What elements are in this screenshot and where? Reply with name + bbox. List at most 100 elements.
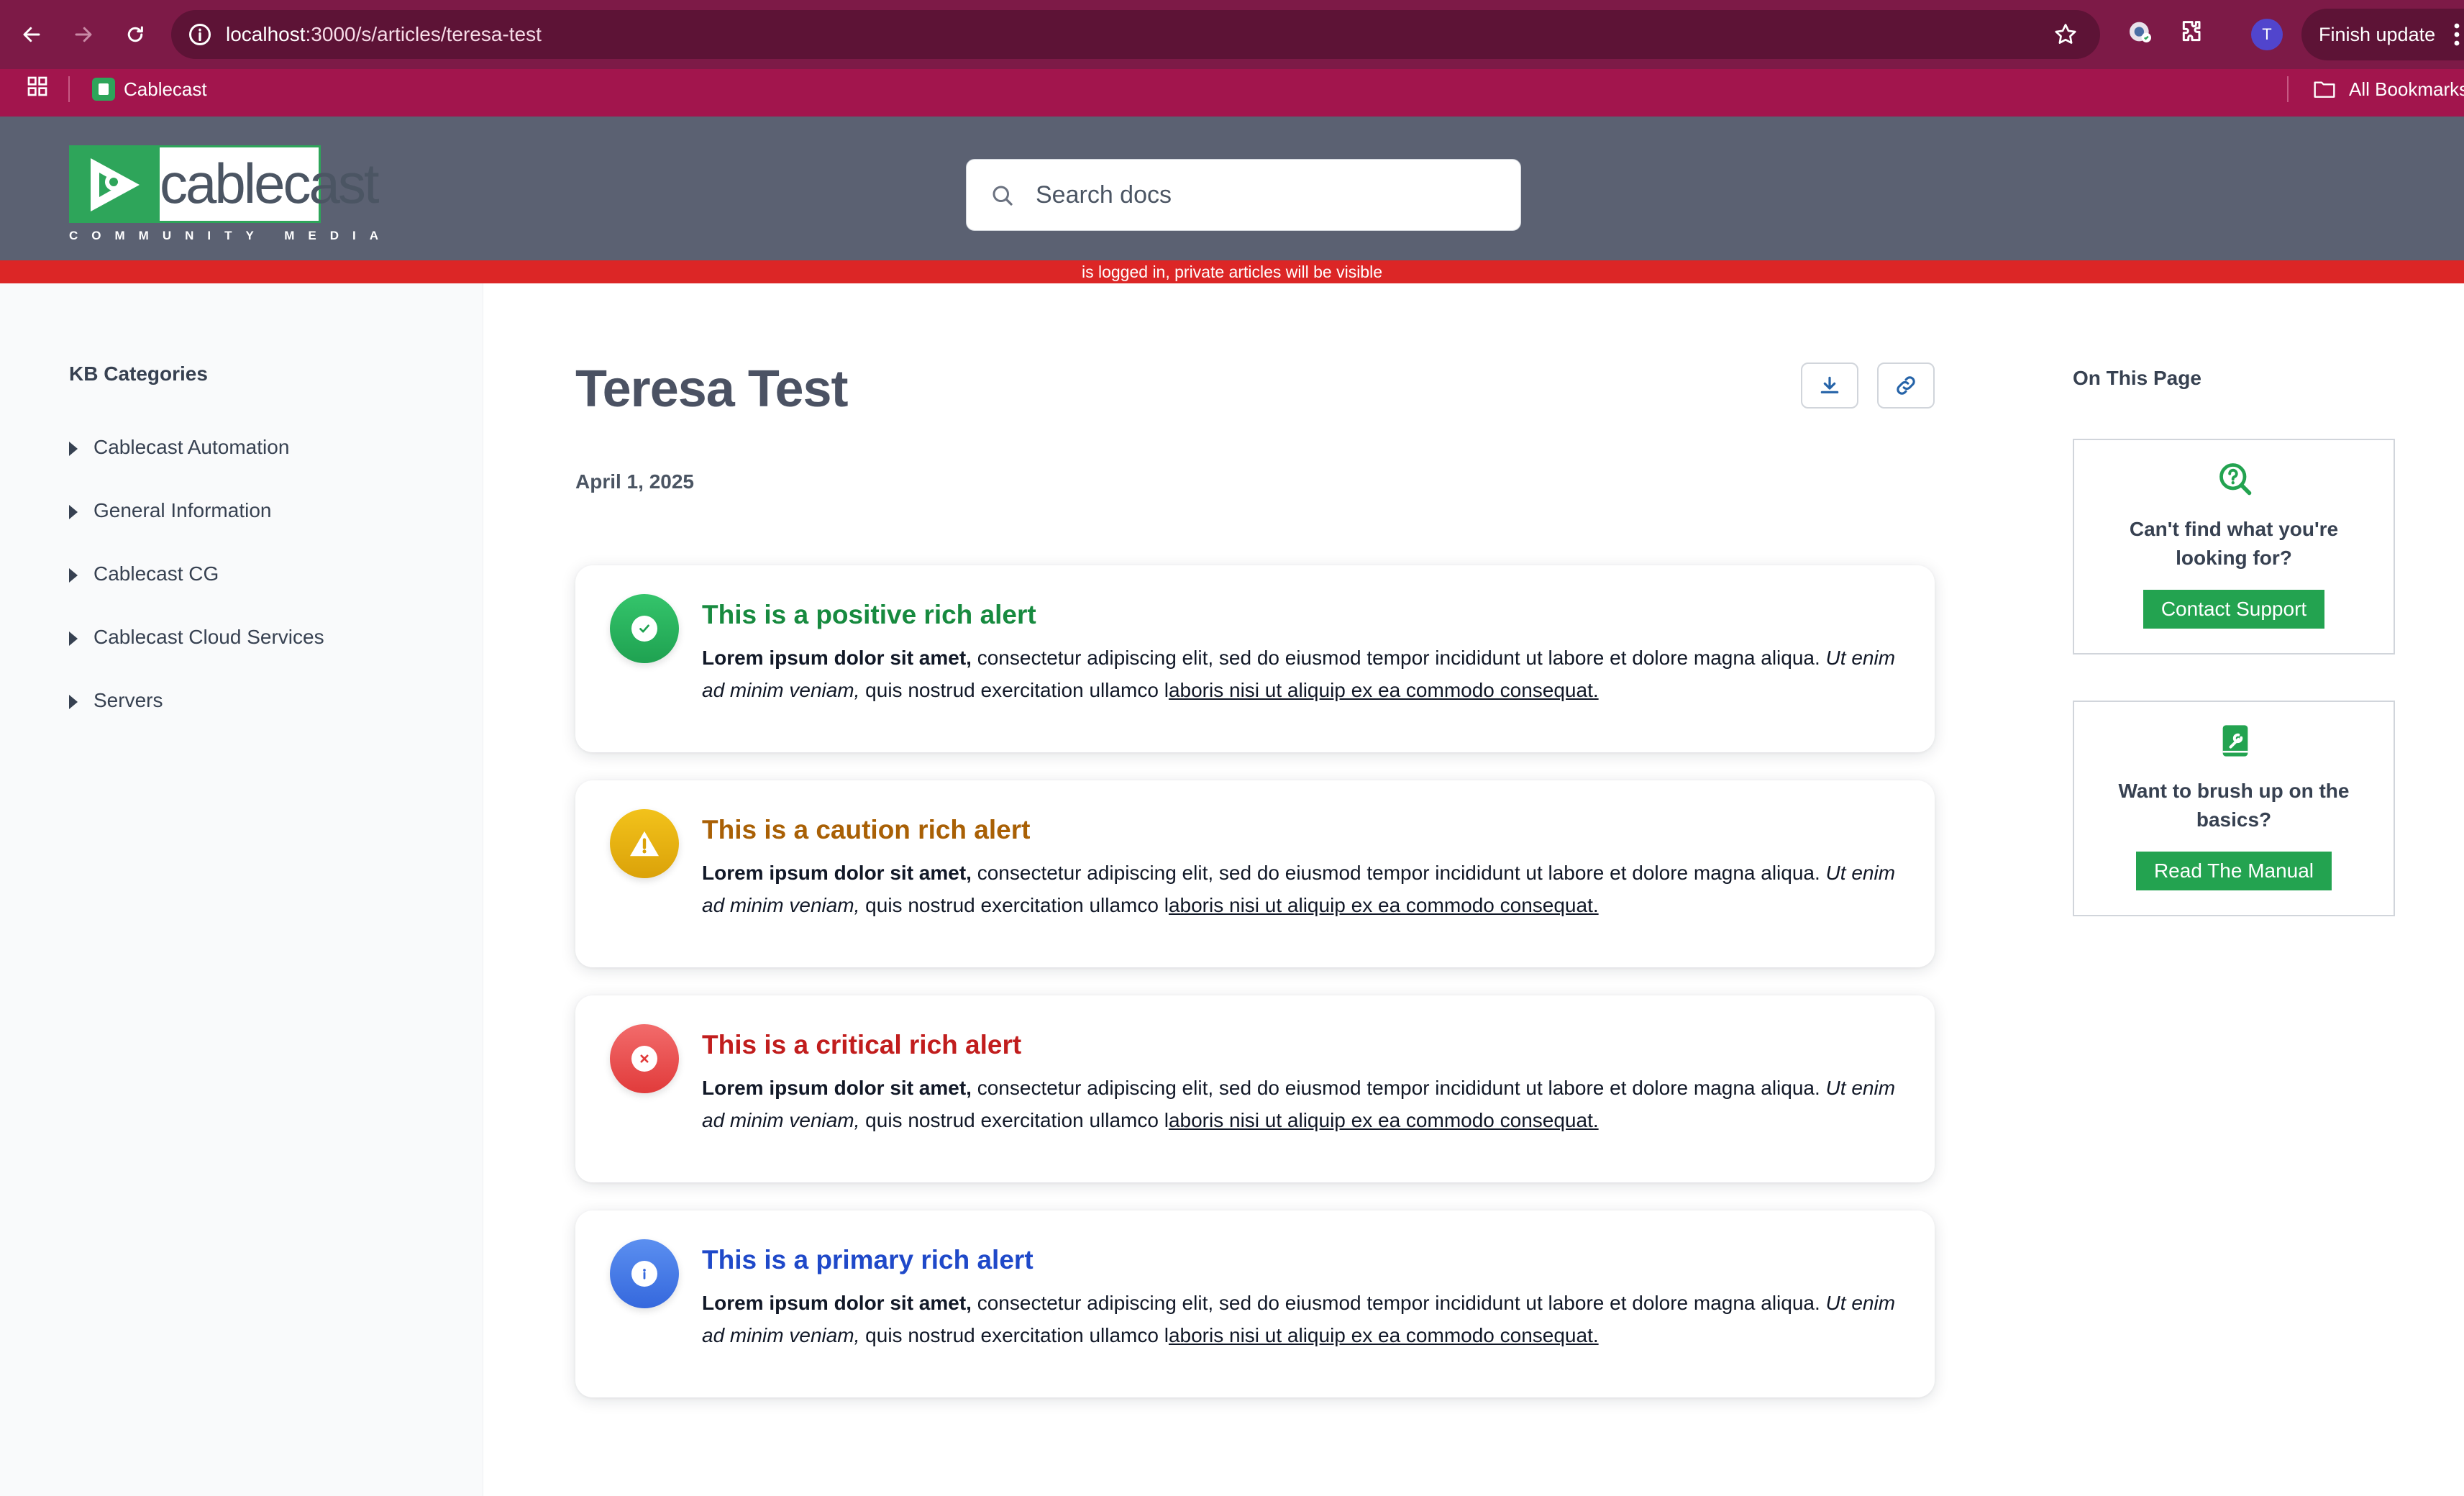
alert-title: This is a critical rich alert bbox=[702, 1030, 1022, 1059]
search-help-icon bbox=[2219, 463, 2252, 496]
search-icon bbox=[993, 186, 1013, 206]
copy-link-button[interactable] bbox=[1877, 362, 1935, 409]
bookmark-cablecast[interactable]: Cablecast bbox=[124, 76, 207, 102]
alert-body: Lorem ipsum dolor sit amet, consectetur … bbox=[702, 1072, 1903, 1136]
apps-grid-icon[interactable] bbox=[26, 75, 49, 98]
logo-wordmark: cablecast bbox=[160, 145, 380, 223]
primary-alert: This is a primary rich alert Lorem ipsum… bbox=[575, 1210, 1935, 1397]
link-icon bbox=[1897, 376, 1915, 395]
card-text: Can't find what you're looking for? bbox=[2129, 518, 2339, 569]
sidebar-item-cablecast-automation[interactable]: Cablecast Automation bbox=[69, 436, 324, 499]
alert-body-text: consectetur adipiscing elit, sed do eius… bbox=[971, 1077, 1826, 1099]
cablecast-logo[interactable]: cablecast COMMUNITY MEDIA bbox=[69, 145, 393, 246]
alert-body-link[interactable]: aboris nisi ut aliquip ex ea commodo con… bbox=[1169, 1324, 1599, 1346]
search-box[interactable] bbox=[966, 159, 1521, 231]
sidebar-item-label: Cablecast Cloud Services bbox=[93, 626, 324, 648]
alert-body: Lorem ipsum dolor sit amet, consectetur … bbox=[702, 642, 1903, 706]
sidebar-item-label: Servers bbox=[93, 689, 163, 711]
card-text: Want to brush up on the basics? bbox=[2118, 780, 2350, 831]
info-icon bbox=[643, 1269, 646, 1280]
read-manual-card: Want to brush up on the basics? Read The… bbox=[2073, 701, 2395, 916]
sidebar-item-label: Cablecast Automation bbox=[93, 436, 290, 458]
critical-alert: This is a critical rich alert Lorem ipsu… bbox=[575, 995, 1935, 1182]
contact-support-button[interactable]: Contact Support bbox=[2143, 590, 2324, 629]
caret-right-icon bbox=[69, 695, 78, 709]
article-date: April 1, 2025 bbox=[575, 470, 694, 493]
alert-body-link[interactable]: aboris nisi ut aliquip ex ea commodo con… bbox=[1169, 679, 1599, 701]
download-pdf-button[interactable] bbox=[1801, 362, 1858, 409]
alert-title: This is a positive rich alert bbox=[702, 600, 1036, 629]
forward-button[interactable] bbox=[66, 17, 101, 52]
bookmarks-separator bbox=[2287, 76, 2289, 102]
alert-title: This is a caution rich alert bbox=[702, 815, 1031, 844]
alert-badge bbox=[610, 594, 679, 663]
bookmarks-separator bbox=[68, 76, 70, 102]
check-icon bbox=[639, 624, 649, 633]
url-text[interactable]: localhost:3000/s/articles/teresa-test bbox=[226, 10, 542, 59]
alert-body-text: quis nostrud exercitation ullamco l bbox=[859, 894, 1169, 916]
arrow-right-icon bbox=[75, 27, 92, 42]
play-logo-icon bbox=[69, 145, 160, 223]
alert-body-bold: Lorem ipsum dolor sit amet, bbox=[702, 647, 972, 669]
alert-body: Lorem ipsum dolor sit amet, consectetur … bbox=[702, 1287, 1903, 1351]
contact-support-card: Can't find what you're looking for? Cont… bbox=[2073, 439, 2395, 654]
extension-badge-icon[interactable] bbox=[2126, 17, 2155, 46]
sidebar-item-cablecast-cloud-services[interactable]: Cablecast Cloud Services bbox=[69, 626, 324, 689]
alert-body-bold: Lorem ipsum dolor sit amet, bbox=[702, 1077, 972, 1099]
caret-right-icon bbox=[69, 568, 78, 583]
reload-button[interactable] bbox=[118, 17, 152, 52]
caret-right-icon bbox=[69, 631, 78, 646]
address-bar[interactable]: localhost:3000/s/articles/teresa-test bbox=[171, 10, 2100, 59]
extensions-puzzle-icon[interactable] bbox=[2178, 17, 2207, 46]
on-this-page-title: On This Page bbox=[2073, 367, 2201, 389]
alert-body-text: quis nostrud exercitation ullamco l bbox=[859, 679, 1169, 701]
back-button[interactable] bbox=[14, 17, 49, 52]
alert-body-text: quis nostrud exercitation ullamco l bbox=[859, 1109, 1169, 1131]
cablecast-favicon-icon bbox=[92, 78, 115, 101]
sidebar-item-label: Cablecast CG bbox=[93, 562, 219, 585]
page-title: Teresa Test bbox=[575, 360, 849, 418]
alert-badge bbox=[610, 1024, 679, 1093]
alert-body-bold: Lorem ipsum dolor sit amet, bbox=[702, 862, 972, 884]
login-notice-banner: is logged in, private articles will be v… bbox=[0, 260, 2464, 283]
download-icon bbox=[1820, 376, 1839, 393]
arrow-left-icon bbox=[23, 27, 40, 42]
site-info-icon[interactable] bbox=[187, 22, 213, 47]
alert-body-text: quis nostrud exercitation ullamco l bbox=[859, 1324, 1169, 1346]
alert-body: Lorem ipsum dolor sit amet, consectetur … bbox=[702, 857, 1903, 921]
finish-update-label: Finish update bbox=[2319, 24, 2436, 45]
sidebar-item-cablecast-cg[interactable]: Cablecast CG bbox=[69, 562, 324, 626]
sidebar-item-servers[interactable]: Servers bbox=[69, 689, 324, 752]
search-input[interactable] bbox=[1036, 160, 1496, 230]
browser-toolbar: localhost:3000/s/articles/teresa-test T … bbox=[0, 0, 2464, 69]
positive-alert: This is a positive rich alert Lorem ipsu… bbox=[575, 565, 1935, 752]
alert-body-text: consectetur adipiscing elit, sed do eius… bbox=[971, 647, 1826, 669]
alert-body-link[interactable]: aboris nisi ut aliquip ex ea commodo con… bbox=[1169, 1109, 1599, 1131]
caret-right-icon bbox=[69, 505, 78, 519]
warning-icon bbox=[630, 831, 659, 857]
url-host: localhost bbox=[226, 23, 306, 45]
bookmarks-bar bbox=[0, 69, 2464, 117]
caret-right-icon bbox=[69, 442, 78, 456]
caution-alert: This is a caution rich alert Lorem ipsum… bbox=[575, 780, 1935, 967]
finish-update-button[interactable]: Finish update bbox=[2301, 9, 2464, 60]
read-manual-button[interactable]: Read The Manual bbox=[2136, 852, 2332, 890]
sidebar-title: KB Categories bbox=[69, 362, 208, 385]
sidebar-item-label: General Information bbox=[93, 499, 272, 521]
kb-categories-sidebar: KB Categories Cablecast Automation Gener… bbox=[0, 283, 483, 1496]
x-icon bbox=[640, 1054, 649, 1063]
bookmark-star-icon[interactable] bbox=[2053, 22, 2079, 47]
kebab-menu-icon[interactable] bbox=[2452, 23, 2461, 46]
url-path: :3000/s/articles/teresa-test bbox=[305, 23, 542, 45]
manual-book-icon bbox=[2222, 725, 2248, 757]
alert-body-link[interactable]: aboris nisi ut aliquip ex ea commodo con… bbox=[1169, 894, 1599, 916]
alert-title: This is a primary rich alert bbox=[702, 1245, 1033, 1274]
profile-avatar[interactable]: T bbox=[2251, 19, 2283, 50]
alert-body-text: consectetur adipiscing elit, sed do eius… bbox=[971, 862, 1826, 884]
alert-body-text: consectetur adipiscing elit, sed do eius… bbox=[971, 1292, 1826, 1314]
alert-body-bold: Lorem ipsum dolor sit amet, bbox=[702, 1292, 972, 1314]
sidebar-item-general-information[interactable]: General Information bbox=[69, 499, 324, 562]
logo-tagline: COMMUNITY MEDIA bbox=[69, 229, 393, 242]
all-bookmarks-link[interactable]: All Bookmarks bbox=[2349, 76, 2464, 102]
alert-badge bbox=[610, 809, 679, 878]
